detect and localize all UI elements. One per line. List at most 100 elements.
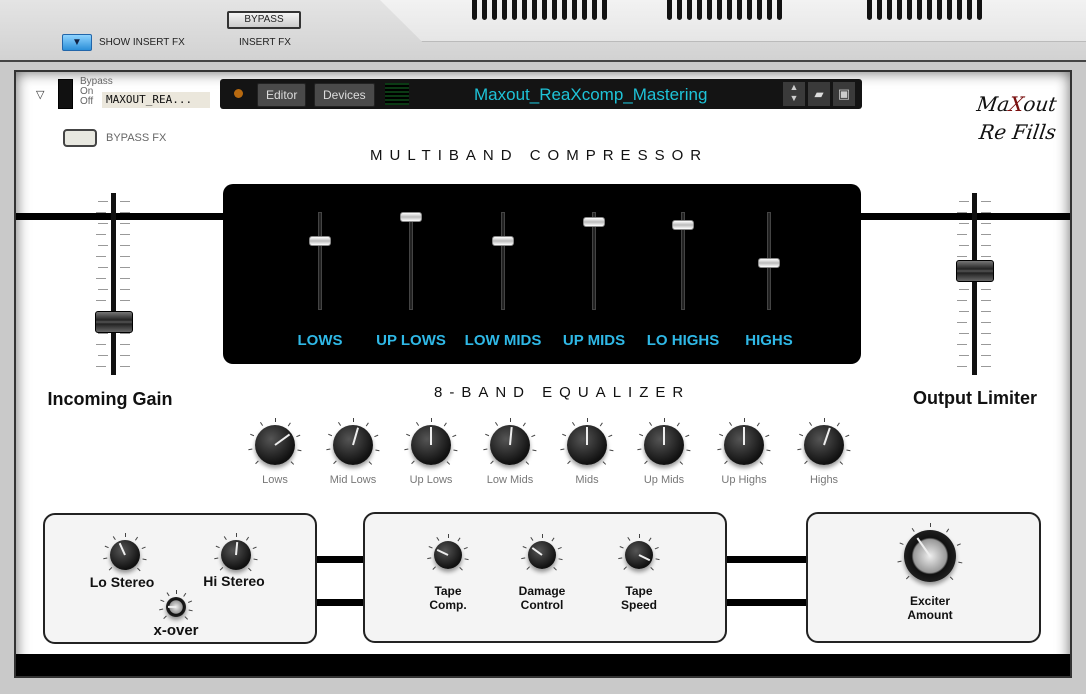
tick-mark bbox=[981, 223, 991, 224]
tick-mark bbox=[959, 311, 969, 312]
eq-knob-label: Up Mids bbox=[643, 474, 685, 486]
save-icon[interactable]: ▣ bbox=[833, 82, 855, 106]
tape-speed-knob[interactable] bbox=[625, 541, 653, 569]
damage-control-knob[interactable] bbox=[528, 541, 556, 569]
knob-pointer bbox=[118, 542, 126, 556]
fader-lows-handle[interactable] bbox=[309, 236, 331, 247]
fader-handle[interactable] bbox=[95, 311, 133, 334]
fader-lo-highs-handle[interactable] bbox=[672, 219, 694, 230]
knob-pointer bbox=[586, 427, 588, 445]
lo-stereo-label: Lo Stereo bbox=[89, 574, 155, 590]
eq-knob-label: Up Lows bbox=[409, 474, 453, 486]
tick-mark bbox=[96, 300, 106, 301]
tick-mark bbox=[587, 418, 588, 422]
label-line: Damage bbox=[518, 584, 566, 598]
label-line: Tape bbox=[625, 584, 653, 598]
knob-pointer bbox=[531, 547, 543, 556]
tick-mark bbox=[510, 418, 511, 422]
connector-line bbox=[727, 599, 806, 606]
tick-mark bbox=[96, 234, 106, 235]
editor-button[interactable]: Editor bbox=[257, 83, 307, 107]
output-limiter-fader[interactable] bbox=[955, 193, 995, 375]
tick-mark bbox=[981, 322, 991, 323]
knob-pointer bbox=[663, 427, 665, 445]
fold-toggle[interactable]: ▽ bbox=[36, 88, 44, 101]
eq-knob-lows[interactable] bbox=[255, 425, 295, 465]
rack-top-panel bbox=[380, 0, 1086, 42]
bypass-fx-button[interactable] bbox=[63, 129, 97, 147]
label-line: Control bbox=[520, 598, 564, 612]
knob-pointer bbox=[274, 433, 291, 446]
lo-stereo-knob[interactable] bbox=[110, 540, 140, 570]
eq-knob-mid-lows[interactable] bbox=[333, 425, 373, 465]
tick-mark bbox=[120, 333, 130, 334]
tick-mark bbox=[981, 344, 991, 345]
eq-title: 8-BAND EQUALIZER bbox=[434, 384, 691, 401]
tick-mark bbox=[120, 234, 130, 235]
incoming-gain-fader[interactable] bbox=[94, 193, 134, 375]
knob-pointer bbox=[235, 541, 239, 556]
folder-icon[interactable]: ▰ bbox=[808, 82, 830, 106]
exciter-amount-label: Exciter Amount bbox=[907, 594, 952, 622]
tick-mark bbox=[957, 212, 967, 213]
eq-knob-mids[interactable] bbox=[567, 425, 607, 465]
compressor-title: MULTIBAND COMPRESSOR bbox=[370, 147, 709, 164]
vent-grille bbox=[472, 0, 607, 20]
tick-mark bbox=[98, 245, 108, 246]
eq-knob-label: Lows bbox=[262, 474, 288, 486]
bypass-on-off-switch[interactable] bbox=[58, 79, 73, 109]
fader-up-lows-handle[interactable] bbox=[400, 211, 422, 222]
eq-knob-up-lows[interactable] bbox=[411, 425, 451, 465]
tick-mark bbox=[664, 418, 665, 422]
label-line: Amount bbox=[907, 608, 953, 622]
fader-up-mids-handle[interactable] bbox=[583, 216, 605, 227]
x-over-knob[interactable] bbox=[166, 597, 186, 617]
tick-mark bbox=[981, 333, 991, 334]
show-insert-fx-button[interactable]: ▼ bbox=[62, 34, 92, 51]
fader-low-mids-handle[interactable] bbox=[492, 236, 514, 247]
tick-mark bbox=[120, 267, 130, 268]
eq-knob-label: Mids bbox=[575, 474, 599, 486]
patch-name[interactable]: Maxout_ReaXcomp_Mastering bbox=[474, 85, 707, 105]
fader-handle[interactable] bbox=[956, 260, 994, 283]
device-name-tape[interactable]: MAXOUT_REA... bbox=[102, 92, 210, 108]
tick-mark bbox=[744, 418, 745, 422]
eq-knob-up-highs[interactable] bbox=[724, 425, 764, 465]
connector-line bbox=[727, 556, 806, 563]
tick-mark bbox=[959, 201, 969, 202]
knob-pointer bbox=[509, 426, 513, 446]
exciter-amount-knob[interactable] bbox=[904, 530, 956, 582]
tick-mark bbox=[176, 590, 177, 594]
tick-mark bbox=[98, 355, 108, 356]
tape-panel bbox=[363, 512, 727, 643]
eq-knob-highs[interactable] bbox=[804, 425, 844, 465]
knob-pointer bbox=[430, 427, 432, 445]
connector-line bbox=[317, 556, 363, 563]
tape-comp-knob[interactable] bbox=[434, 541, 462, 569]
eq-knob-low-mids[interactable] bbox=[490, 425, 530, 465]
eq-knob-label: Highs bbox=[809, 474, 839, 486]
tick-mark bbox=[96, 278, 106, 279]
fader-label: UP MIDS bbox=[562, 332, 626, 349]
tick-mark bbox=[959, 355, 969, 356]
tick-mark bbox=[98, 223, 108, 224]
hi-stereo-knob[interactable] bbox=[221, 540, 251, 570]
eq-knob-label: Up Highs bbox=[721, 474, 767, 486]
tick-mark bbox=[96, 256, 106, 257]
tick-mark bbox=[96, 366, 106, 367]
tick-mark bbox=[96, 344, 106, 345]
bypass-button[interactable]: BYPASS bbox=[227, 11, 301, 29]
tick-mark bbox=[431, 418, 432, 422]
tick-mark bbox=[957, 256, 967, 257]
patch-up-down-button[interactable]: ▲ ▼ bbox=[783, 82, 805, 106]
tick-mark bbox=[981, 234, 991, 235]
tick-mark bbox=[957, 366, 967, 367]
fader-track bbox=[972, 193, 977, 375]
fader-track bbox=[409, 212, 413, 310]
maxout-refills-logo: MaXout Re Fills bbox=[971, 92, 1059, 144]
eq-knob-up-mids[interactable] bbox=[644, 425, 684, 465]
devices-button[interactable]: Devices bbox=[314, 83, 375, 107]
tick-mark bbox=[542, 534, 543, 538]
tick-mark bbox=[120, 278, 130, 279]
fader-highs-handle[interactable] bbox=[758, 257, 780, 268]
